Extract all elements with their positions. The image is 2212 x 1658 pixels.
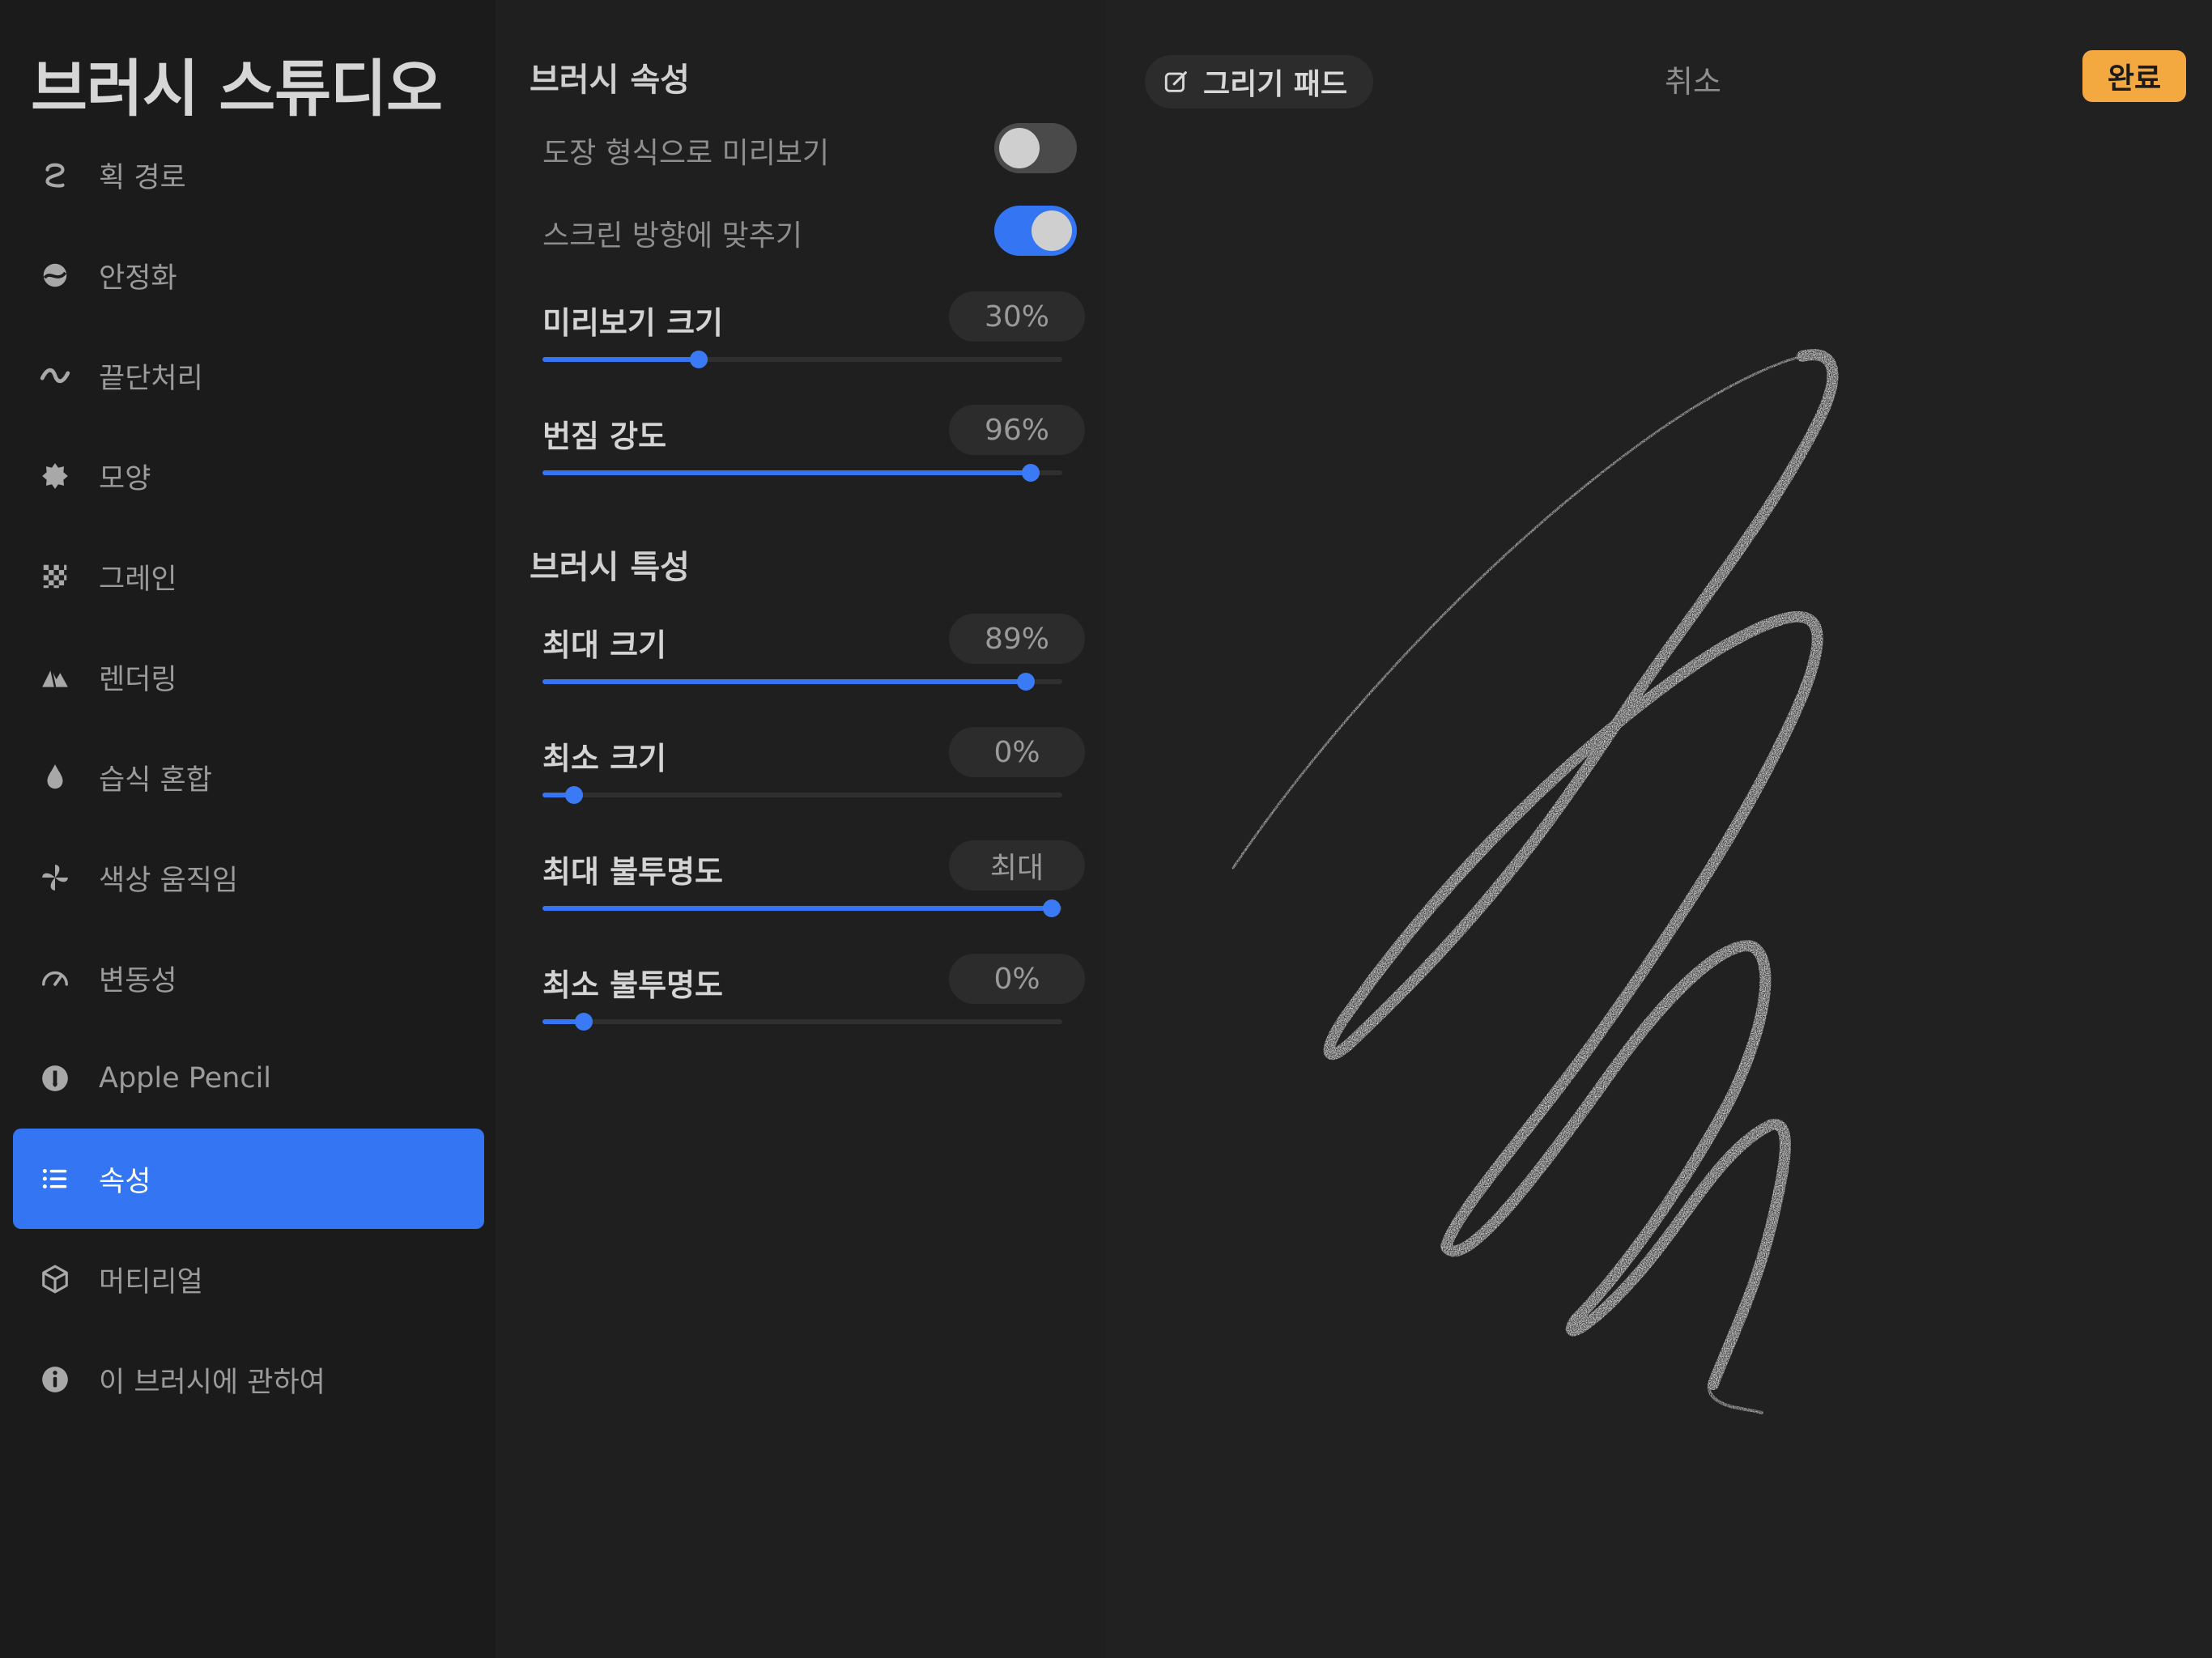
slider-thumb[interactable] (1043, 899, 1061, 917)
properties-icon (36, 1159, 74, 1198)
section-title-brush-behavior: 브러시 특성 (530, 549, 690, 586)
materials-icon (36, 1260, 74, 1299)
sidebar-item-label: 안정화 (99, 261, 177, 295)
slider-track[interactable] (542, 673, 1062, 691)
sidebar-nav: 획 경로안정화끝단처리모양그레인렌더링습식 혼합색상 움직임변동성 Apple P… (13, 125, 484, 1430)
value-pill[interactable]: 최대 (949, 840, 1085, 891)
drawing-pad-chip[interactable]: 그리기 패드 (1145, 55, 1374, 108)
cancel-button[interactable]: 취소 (1665, 57, 1721, 101)
slider-row-smudge: 번짐 강도 96% (542, 405, 1085, 500)
settings-panel: 브러시 속성 도장 형식으로 미리보기 스크린 방향에 맞추기 미리보기 크기 … (496, 0, 1106, 1658)
slider-label: 번짐 강도 (542, 419, 667, 454)
apple-pencil-icon (36, 1059, 74, 1098)
value-pill[interactable]: 30% (949, 291, 1085, 342)
slider-thumb[interactable] (564, 786, 583, 804)
toggle-knob (1032, 210, 1072, 251)
sidebar-item-shape[interactable]: 모양 (13, 426, 484, 526)
toggle-label: 도장 형식으로 미리보기 (542, 137, 830, 170)
info-icon (36, 1360, 74, 1399)
stroke-path-icon (36, 155, 74, 194)
toggle-row-stamp-preview: 도장 형식으로 미리보기 (542, 120, 1077, 176)
slider-label: 최대 크기 (542, 627, 667, 663)
toggle-label: 스크린 방향에 맞추기 (542, 219, 802, 253)
slider-label: 최소 크기 (542, 741, 667, 776)
sidebar-item-info[interactable]: 이 브러시에 관하여 (13, 1329, 484, 1430)
sidebar-item-label: 속성 (99, 1165, 151, 1198)
drawing-pad-title: 그리기 패드 (1203, 68, 1348, 101)
slider-fill (542, 906, 1053, 911)
sidebar-item-label: 렌더링 (99, 663, 177, 696)
slider-row-max-size: 최대 크기 89% (542, 614, 1085, 709)
stroke-body (1323, 349, 1839, 1390)
sidebar-item-label: Apple Pencil (99, 1062, 272, 1095)
slider-track[interactable] (542, 899, 1062, 917)
slider-fill (542, 357, 699, 362)
slider-fill (542, 679, 1027, 684)
sidebar-item-grain[interactable]: 그레인 (13, 526, 484, 627)
sidebar-item-taper[interactable]: 끝단처리 (13, 325, 484, 426)
slider-thumb[interactable] (1017, 673, 1036, 691)
edit-icon (1164, 71, 1187, 92)
toggle-row-screen-orientation: 스크린 방향에 맞추기 (542, 202, 1077, 259)
sidebar-item-properties[interactable]: 속성 (13, 1129, 484, 1229)
sidebar: 브러시 스튜디오 획 경로안정화끝단처리모양그레인렌더링습식 혼합색상 움직임변… (0, 0, 496, 1658)
slider-track[interactable] (542, 351, 1062, 368)
slider-label: 미리보기 크기 (542, 305, 723, 341)
sidebar-item-label: 끝단처리 (99, 362, 203, 395)
screen-orientation-toggle[interactable] (994, 206, 1077, 256)
sidebar-item-rendering[interactable]: 렌더링 (13, 627, 484, 727)
slider-track[interactable] (542, 786, 1062, 804)
done-button[interactable]: 완료 (2082, 50, 2186, 102)
color-dynamics-icon (36, 858, 74, 897)
sidebar-item-stroke-path[interactable]: 획 경로 (13, 125, 484, 225)
section-title-brush-properties: 브러시 속성 (530, 62, 690, 99)
value-pill[interactable]: 0% (949, 727, 1085, 777)
drawing-pad[interactable]: 그리기 패드 (1106, 0, 2212, 1658)
slider-track[interactable] (542, 1013, 1062, 1031)
sidebar-item-label: 색상 움직임 (99, 864, 239, 897)
sidebar-item-label: 그레인 (99, 563, 177, 596)
sidebar-item-stabilization[interactable]: 안정화 (13, 225, 484, 325)
slider-row-preview-size: 미리보기 크기 30% (542, 291, 1085, 387)
stabilization-icon (36, 256, 74, 295)
sidebar-item-color-dynamics[interactable]: 색상 움직임 (13, 827, 484, 928)
wet-mix-icon (36, 758, 74, 797)
value-pill[interactable]: 0% (949, 954, 1085, 1004)
sidebar-item-label: 변동성 (99, 964, 177, 997)
slider-fill (542, 470, 1032, 475)
sidebar-item-label: 머티리얼 (99, 1265, 203, 1299)
sidebar-item-materials[interactable]: 머티리얼 (13, 1229, 484, 1329)
shape-icon (36, 457, 74, 495)
toggle-knob (999, 128, 1040, 168)
taper-icon (36, 356, 74, 395)
slider-label: 최대 불투명도 (542, 854, 723, 890)
slider-label: 최소 불투명도 (542, 967, 723, 1003)
sidebar-item-label: 이 브러시에 관하여 (99, 1366, 325, 1399)
dynamics-icon (36, 959, 74, 997)
rendering-icon (36, 657, 74, 696)
app-title: 브러시 스튜디오 (31, 53, 443, 125)
slider-row-max-opacity: 최대 불투명도 최대 (542, 840, 1085, 936)
slider-row-min-size: 최소 크기 0% (542, 727, 1085, 823)
sidebar-item-label: 습식 혼합 (99, 763, 212, 797)
slider-thumb[interactable] (1022, 464, 1040, 482)
slider-thumb[interactable] (689, 351, 708, 368)
brush-studio-window: 브러시 스튜디오 획 경로안정화끝단처리모양그레인렌더링습식 혼합색상 움직임변… (0, 0, 2212, 1658)
grain-icon (36, 557, 74, 596)
value-pill[interactable]: 96% (949, 405, 1085, 455)
sidebar-item-label: 모양 (99, 462, 151, 495)
slider-thumb[interactable] (575, 1013, 593, 1031)
sidebar-item-dynamics[interactable]: 변동성 (13, 928, 484, 1028)
brush-stroke-preview[interactable] (1106, 0, 2212, 1658)
sidebar-item-apple-pencil[interactable]: Apple Pencil (13, 1028, 484, 1129)
slider-row-min-opacity: 최소 불투명도 0% (542, 954, 1085, 1049)
stamp-preview-toggle[interactable] (994, 123, 1077, 173)
stroke-tail-thin (1231, 355, 1804, 869)
sidebar-item-label: 획 경로 (99, 161, 186, 194)
sidebar-item-wet-mix[interactable]: 습식 혼합 (13, 727, 484, 827)
slider-track[interactable] (542, 464, 1062, 482)
value-pill[interactable]: 89% (949, 614, 1085, 664)
